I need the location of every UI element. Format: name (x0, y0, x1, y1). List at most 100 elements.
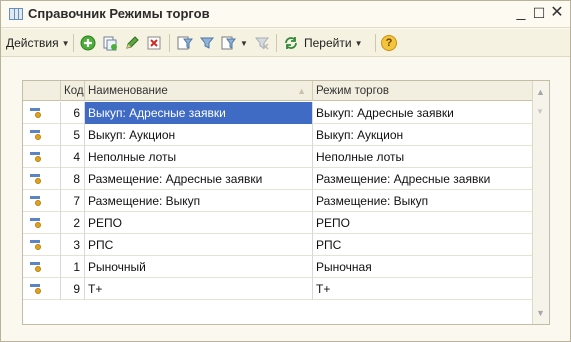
row-name[interactable]: РЕПО (85, 212, 313, 234)
goto-menu-label: Перейти (304, 36, 352, 50)
clear-filter-icon (254, 37, 270, 50)
row-name[interactable]: Неполные лоты (85, 146, 313, 168)
row-mode[interactable]: Размещение: Адресные заявки (313, 168, 533, 190)
minimize-button[interactable]: _ (512, 4, 530, 22)
goto-menu[interactable]: Перейти ▼ (283, 33, 362, 53)
row-icon-cell (23, 234, 61, 256)
filter-list-icon (177, 36, 193, 50)
row-code[interactable]: 9 (61, 278, 85, 300)
row-code[interactable]: 7 (61, 190, 85, 212)
row-name[interactable]: Выкуп: Аукцион (85, 124, 313, 146)
row-mode[interactable]: Размещение: Выкуп (313, 190, 533, 212)
table-row[interactable]: 3 РПС РПС (23, 234, 533, 256)
copy-icon (103, 36, 117, 51)
row-name[interactable]: Выкуп: Адресные заявки (85, 102, 313, 124)
catalog-item-icon (30, 217, 42, 229)
table-row[interactable]: 2 РЕПО РЕПО (23, 212, 533, 234)
row-code[interactable]: 8 (61, 168, 85, 190)
row-mode[interactable]: Выкуп: Адресные заявки (313, 102, 533, 124)
row-mode[interactable]: РЕПО (313, 212, 533, 234)
table-row[interactable]: 9 Т+ Т+ (23, 278, 533, 300)
help-button[interactable]: ? (381, 33, 397, 53)
table-icon (9, 8, 23, 20)
catalog-item-icon (30, 195, 42, 207)
row-name[interactable]: Рыночный (85, 256, 313, 278)
row-mode[interactable]: Т+ (313, 278, 533, 300)
catalog-item-icon (30, 283, 42, 295)
toolbar-divider (73, 34, 74, 52)
row-mode[interactable]: Рыночная (313, 256, 533, 278)
chevron-down-icon: ▼ (240, 38, 248, 48)
scroll-down-icon[interactable]: ▼ (536, 308, 545, 318)
window-title: Справочник Режимы торгов (28, 6, 210, 21)
add-button[interactable] (80, 33, 96, 53)
row-code[interactable]: 5 (61, 124, 85, 146)
delete-button[interactable] (146, 33, 162, 53)
catalog-item-icon (30, 239, 42, 251)
filter-by-value-button[interactable] (177, 33, 193, 53)
header-icon-column (23, 81, 61, 101)
catalog-item-icon (30, 107, 42, 119)
close-button[interactable]: ✕ (548, 4, 566, 22)
row-mode[interactable]: РПС (313, 234, 533, 256)
copy-button[interactable] (102, 33, 118, 53)
header-code[interactable]: Код (61, 81, 85, 101)
refresh-arrows-icon (285, 37, 297, 49)
table-row[interactable]: 6 Выкуп: Адресные заявки Выкуп: Адресные з… (23, 102, 533, 124)
row-icon-cell (23, 190, 61, 212)
row-code[interactable]: 2 (61, 212, 85, 234)
row-code[interactable]: 1 (61, 256, 85, 278)
row-icon-cell (23, 256, 61, 278)
filter-button[interactable] (199, 33, 215, 53)
sort-ascending-icon: ▲ (297, 86, 306, 96)
help-icon: ? (381, 35, 397, 51)
catalog-item-icon (30, 173, 42, 185)
filter-history-button[interactable]: ▼ (221, 33, 248, 53)
clear-filter-button[interactable] (254, 33, 270, 53)
row-icon-cell (23, 146, 61, 168)
actions-menu[interactable]: Действия ▼ (6, 33, 70, 53)
toolbar-divider (375, 34, 376, 52)
row-icon-cell (23, 102, 61, 124)
row-name[interactable]: Т+ (85, 278, 313, 300)
row-mode[interactable]: Выкуп: Аукцион (313, 124, 533, 146)
row-icon-cell (23, 168, 61, 190)
row-code[interactable]: 6 (61, 102, 85, 124)
toolbar-divider (169, 34, 170, 52)
table-row[interactable]: 1 Рыночный Рыночная (23, 256, 533, 278)
filter-icon (199, 37, 215, 49)
row-icon-cell (23, 278, 61, 300)
title-bar[interactable]: Справочник Режимы торгов _ ☐ ✕ (1, 1, 570, 28)
row-name[interactable]: Размещение: Выкуп (85, 190, 313, 212)
header-name-label: Наименование (88, 85, 168, 97)
table-row[interactable]: 4 Неполные лоты Неполные лоты (23, 146, 533, 168)
row-code[interactable]: 4 (61, 146, 85, 168)
table-row[interactable]: 7 Размещение: Выкуп Размещение: Выкуп (23, 190, 533, 212)
chevron-down-icon: ▼ (354, 38, 363, 48)
chevron-down-icon: ▼ (61, 38, 70, 48)
toolbar: Действия ▼ ▼ Перейти ▼ ? (1, 29, 570, 57)
scroll-up-icon[interactable]: ▲ (536, 87, 545, 97)
edit-button[interactable] (124, 33, 140, 53)
row-name[interactable]: РПС (85, 234, 313, 256)
actions-menu-label: Действия (6, 36, 59, 50)
row-icon-cell (23, 212, 61, 234)
table-row[interactable]: 5 Выкуп: Аукцион Выкуп: Аукцион (23, 124, 533, 146)
vertical-scrollbar[interactable]: ▲ ▼ ▼ (532, 81, 549, 324)
header-name[interactable]: Наименование ▲ (85, 81, 313, 101)
filter-list-icon (221, 36, 236, 50)
add-icon (80, 35, 96, 51)
row-code[interactable]: 3 (61, 234, 85, 256)
row-name[interactable]: Размещение: Адресные заявки (85, 168, 313, 190)
pencil-icon (126, 36, 139, 49)
scroll-thumb[interactable]: ▼ (536, 107, 546, 117)
maximize-button[interactable]: ☐ (530, 4, 548, 22)
table-row[interactable]: 8 Размещение: Адресные заявки Размещение: … (23, 168, 533, 190)
catalog-item-icon (30, 129, 42, 141)
row-icon-cell (23, 124, 61, 146)
toolbar-divider (276, 34, 277, 52)
header-mode[interactable]: Режим торгов (313, 81, 533, 101)
row-mode[interactable]: Неполные лоты (313, 146, 533, 168)
table-header: Код Наименование ▲ Режим торгов (23, 81, 533, 101)
data-table[interactable]: Код Наименование ▲ Режим торгов 6 Выкуп: … (22, 80, 550, 325)
